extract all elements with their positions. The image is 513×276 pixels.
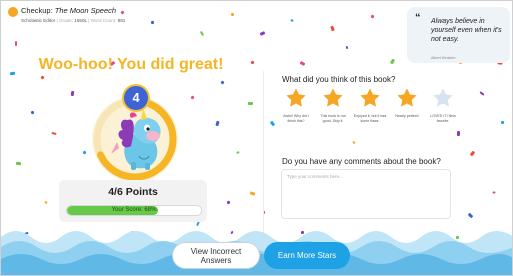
confetti-piece [82,150,87,155]
confetti-piece [247,101,254,106]
confetti-piece [249,191,256,196]
confetti-piece [345,45,349,50]
unicorn-mascot-icon [111,108,161,170]
view-incorrect-label-line2: Answers [200,255,232,265]
star-label-1: Awful! Why did I finish this? [283,114,309,123]
stars-earned-badge: 4 [122,84,150,112]
quote-author: Albert Einstein [431,56,456,60]
confetti-piece [269,120,276,127]
view-incorrect-answers-button[interactable]: View Incorrect Answers [172,242,260,269]
confetti-piece [199,30,205,37]
confetti-piece [492,191,496,194]
comments-input[interactable] [281,169,451,219]
score-text: Your Score: 68% [111,207,157,213]
confetti-piece [40,75,45,80]
confetti-piece [150,20,155,25]
star-rating-4-icon[interactable] [396,87,418,109]
confetti-piece [290,19,294,22]
confetti-piece [352,140,356,145]
confetti-piece [370,14,375,19]
quote-mark-icon: “ [415,12,421,24]
confetti-piece [230,12,235,17]
confetti-piece [15,161,22,166]
star-rating-1-icon[interactable] [285,87,307,109]
confetti-piece [120,10,125,15]
score-progress-bar: Your Score: 68% [66,205,202,216]
confetti-piece [236,150,240,155]
star-label-2: This book is not good. Skip it. [320,114,346,123]
score-card: 4/6 Points Your Score: 68% [59,180,207,222]
star-label-5: LOVED IT! New favorite. [430,114,456,123]
quote-text: Always believe in yourself even when it'… [431,18,502,44]
comments-question: Do you have any comments about the book? [282,157,441,166]
star-rating-2-icon[interactable] [322,87,344,109]
points-text: 4/6 Points [108,186,158,198]
confetti-piece [259,31,266,36]
star-rating-3-icon[interactable] [359,87,381,109]
confetti-piece [469,150,476,157]
book-meta: Scholastic Editor | Grade: 1550L | Word … [21,18,126,23]
confetti-piece [30,110,35,115]
checkup-star-icon [8,7,18,17]
confetti-piece [467,212,474,219]
confetti-piece [9,71,16,76]
confetti-piece [70,90,75,97]
rating-question: What did you think of this book? [282,75,396,84]
confetti-piece [500,120,505,125]
confetti-piece [215,120,220,127]
confetti-piece [190,95,195,100]
book-title: Checkup: The Moon Speech [21,6,117,15]
star-label-3: Enjoyed it, but it had some flaws. [353,114,387,123]
confetti-piece [44,200,48,205]
confetti-piece [330,25,335,32]
star-rating-5-icon[interactable] [432,87,454,109]
quote-card: “ Always believe in yourself even when i… [407,7,510,63]
earn-more-stars-button[interactable]: Earn More Stars [264,242,350,269]
column-divider [263,71,264,236]
confetti-piece [456,130,461,137]
confetti-piece [299,61,306,66]
result-headline: Woo-hoo! You did great! [38,56,224,73]
results-screen: Checkup: The Moon Speech Scholastic Edit… [0,0,513,276]
view-incorrect-label-line1: View Incorrect [190,246,242,256]
confetti-piece [389,58,396,65]
confetti-piece [220,80,225,85]
confetti-piece [15,41,17,46]
star-label-4: Nearly perfect! [395,114,419,118]
confetti-piece [250,60,255,65]
confetti-piece [479,91,485,96]
confetti-piece [51,132,57,135]
confetti-piece [226,200,231,205]
